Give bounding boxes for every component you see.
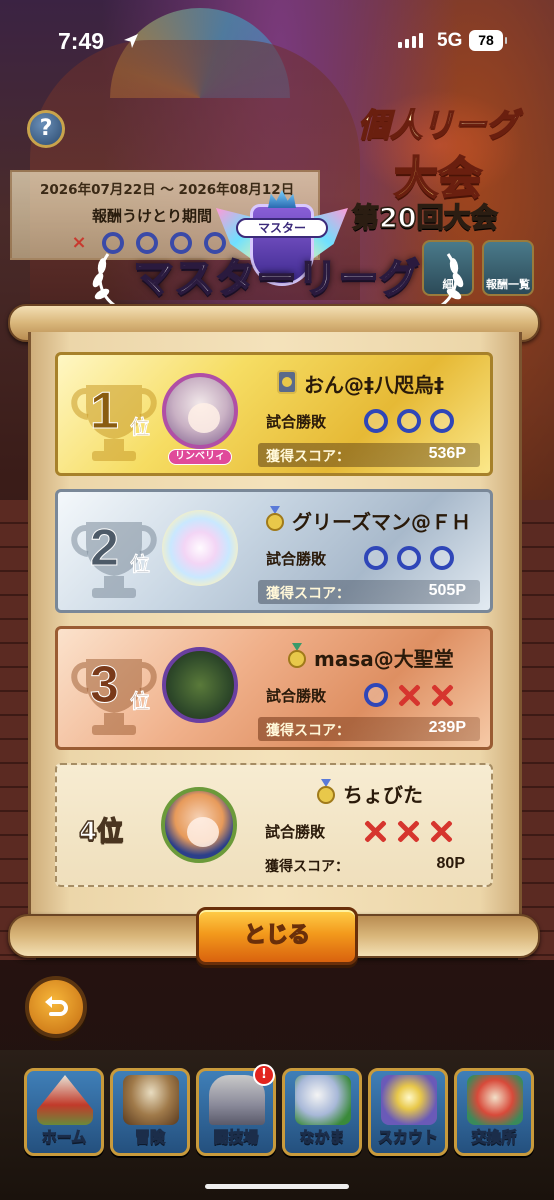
score-bar: 獲得スコア： 80P [257,853,479,877]
loss-mark-icon [429,819,453,843]
player-avatar [162,639,238,739]
match-results [364,683,454,707]
nav-adventure[interactable]: 冒険 [110,1068,190,1156]
avatar-face [188,403,220,433]
match-results [364,546,454,570]
status-time: 7:49 [58,28,105,54]
status-bar: 7:49 5G 78 [0,0,554,84]
win-mark-icon [397,546,421,570]
rank-suffix: 位 [130,689,151,714]
avatar-title-badge: リンベリィ [168,449,232,465]
win-mark-icon [430,409,454,433]
result-label: 試合勝敗 [266,550,327,568]
nav-label: ホーム [41,1128,87,1147]
score-bar: 獲得スコア： 505P [258,580,480,604]
score-bar: 獲得スコア： 536P [258,443,480,467]
period-label: 報酬うけとり期間 [92,207,213,225]
rank-suffix: 位 [130,552,151,577]
rank-number: 3 [90,656,120,715]
scout-icon [381,1075,437,1125]
loss-mark-icon [363,819,387,843]
score-value: 505P [428,582,466,599]
score-label: 獲得スコア： [266,449,350,465]
nav-label: スカウト [377,1128,438,1147]
right-brick-wall [518,500,554,960]
loss-mark-icon [397,683,421,707]
master-medal-icon [277,370,297,394]
event-logo: 個人リーグ 大会 第20回大会 [338,84,538,235]
loss-mark-icon [430,683,454,707]
result-label: 試合勝敗 [265,823,326,841]
player-avatar: リンベリィ [162,365,238,465]
win-mark-icon [364,409,388,433]
rank-number: 1 [90,382,120,441]
score-label: 獲得スコア： [265,859,349,875]
player-name: masa@大聖堂 [314,647,454,671]
signal-icon [398,33,423,48]
battery-icon: 78 [469,30,507,51]
win-mark-icon [364,683,388,707]
companions-icon [295,1075,351,1125]
score-value: 80P [436,855,465,872]
gold-medal-icon [317,779,335,804]
result-label: 試合勝敗 [266,413,327,431]
player-name: グリーズマン@ＦＨ [292,510,471,534]
rank-number: 2 [90,519,120,578]
win-mark-icon [364,546,388,570]
score-label: 獲得スコア： [266,723,350,739]
adventure-wagon-icon [123,1075,179,1125]
close-button[interactable]: とじる [196,907,358,965]
loss-mark-icon [396,819,420,843]
score-label: 獲得スコア： [266,586,350,602]
result-label: 試合勝敗 [266,687,327,705]
nav-scout[interactable]: スカウト [368,1068,448,1156]
gold-medal-icon [288,643,306,668]
return-arrow-icon [45,996,68,1016]
nav-companions[interactable]: なかま [282,1068,362,1156]
avatar-frame [162,510,238,586]
arena-notification-badge: ! [253,1064,275,1086]
win-mark-icon [397,409,421,433]
avatar-face [187,817,219,847]
nav-label: 冒険 [134,1128,165,1147]
score-value: 536P [428,445,466,462]
location-arrow-icon [124,34,138,48]
avatar-frame [162,373,238,449]
home-indicator[interactable] [205,1184,349,1189]
nav-label: 交換所 [471,1128,517,1147]
score-bar: 獲得スコア： 239P [258,717,480,741]
crown-icon [268,190,296,208]
event-title-line1: 個人リーグ [357,105,519,145]
event-edition: 第20回大会 [351,202,498,235]
win-mark-icon [430,546,454,570]
player-avatar [161,779,237,879]
avatar-frame [161,787,237,863]
ranking-row-1[interactable]: 1 位 リンベリィ おん@‡八咫烏‡ 試合勝敗 獲得スコア： 536P [55,352,493,476]
match-results [363,819,453,843]
ranking-row-2[interactable]: 2 位 グリーズマン@ＦＨ 試合勝敗 獲得スコア： 505P [55,489,493,613]
help-button[interactable]: ? [27,110,65,148]
ranking-row-4[interactable]: 4位 ちょびた 試合勝敗 獲得スコア： 80P [55,763,493,887]
match-results [364,409,454,433]
home-tent-icon [37,1075,93,1125]
emblem-tag: マスター [236,218,328,238]
back-button[interactable] [25,976,87,1038]
player-name: おん@‡八咫烏‡ [304,373,444,397]
nav-home[interactable]: ホーム [24,1068,104,1156]
nav-label: なかま [299,1128,345,1147]
rank-number: 4位 [78,816,124,848]
league-title: マスターリーグ [133,255,421,303]
score-value: 239P [428,719,466,736]
player-avatar [162,502,238,602]
nav-label: 闘技場 [213,1128,259,1147]
avatar-frame [162,647,238,723]
player-name: ちょびた [343,783,423,807]
network-type: 5G [437,30,463,51]
gold-medal-icon [266,506,284,531]
rank-suffix: 位 [130,415,151,440]
ranking-row-3[interactable]: 3 位 masa@大聖堂 試合勝敗 獲得スコア： 239P [55,626,493,750]
nav-exchange[interactable]: 交換所 [454,1068,534,1156]
exchange-icon [467,1075,523,1125]
